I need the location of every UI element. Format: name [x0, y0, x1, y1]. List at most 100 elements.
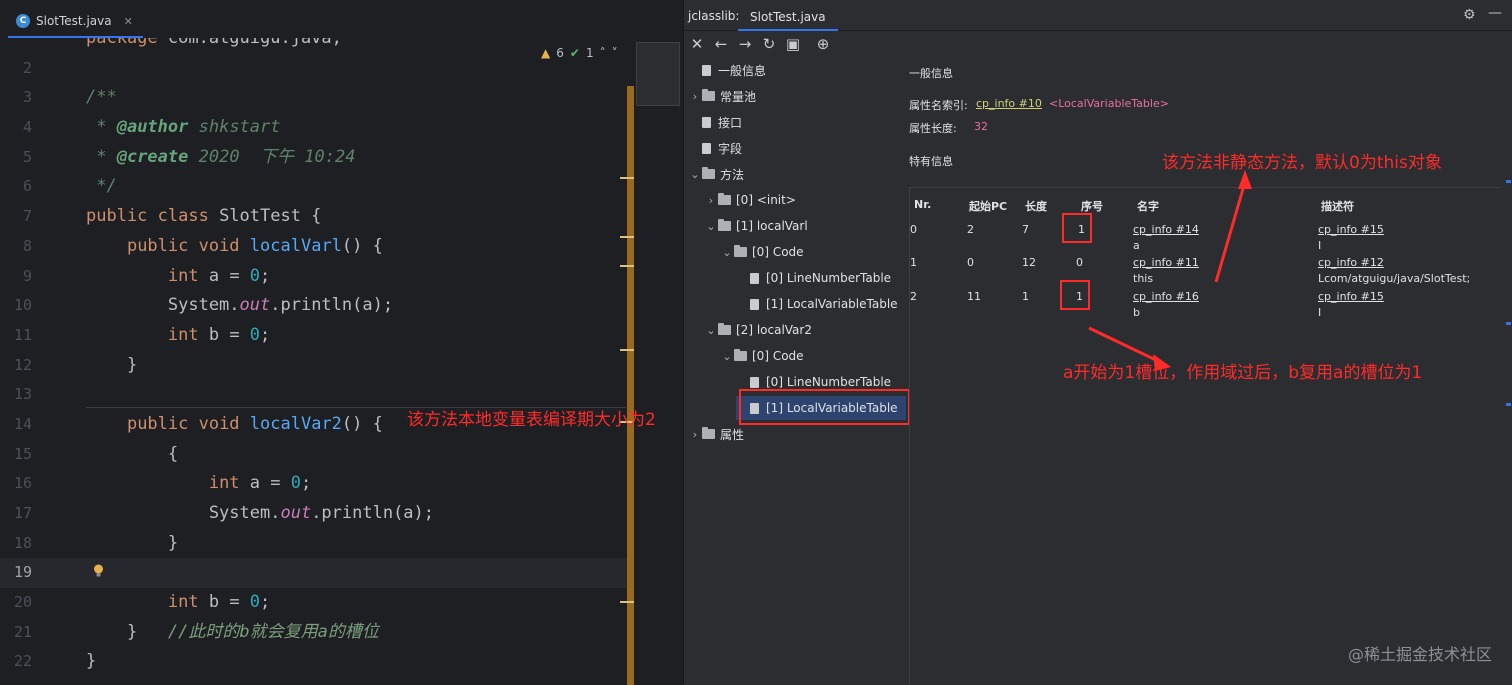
- class-structure-tree[interactable]: 一般信息 › 常量池 接口 字段 ⌄ 方法 › [0] <init> ⌄ [1] loc…: [684, 57, 910, 685]
- tree-item-code[interactable]: ⌄ [0] Code: [720, 344, 804, 368]
- scroll-marker: [1506, 403, 1511, 406]
- name-link[interactable]: cp_info #16: [1133, 290, 1199, 303]
- col-header-length[interactable]: 长度: [1025, 198, 1047, 214]
- section-specific: 特有信息: [909, 155, 953, 168]
- chevron-down-icon: ⌄: [722, 349, 732, 363]
- lightbulb-icon[interactable]: [93, 564, 104, 578]
- java-class-icon: C: [16, 14, 30, 28]
- attr-length-value: 32: [974, 120, 988, 133]
- code-line: 17 System.out.println(a);: [13, 503, 435, 523]
- chevron-up-icon[interactable]: ˄: [600, 46, 606, 60]
- tool-window-title: jclasslib:: [688, 9, 740, 23]
- code-line: 9 int a = 0;: [22, 265, 271, 286]
- descriptor-link[interactable]: cp_info #12: [1318, 256, 1384, 269]
- folder-icon: [702, 427, 715, 439]
- tree-item-attributes[interactable]: › 属性: [688, 422, 744, 446]
- scroll-marker[interactable]: [620, 177, 634, 179]
- scroll-marker[interactable]: [620, 601, 634, 603]
- folder-icon: [718, 219, 731, 231]
- minimap[interactable]: [636, 42, 680, 106]
- code-line: 6 */: [22, 176, 117, 197]
- warning-icon: ▲: [541, 46, 551, 60]
- minimize-icon[interactable]: —: [1488, 5, 1502, 21]
- chevron-right-icon: ›: [708, 193, 714, 207]
- col-header-descriptor[interactable]: 描述符: [1321, 198, 1354, 214]
- close-icon[interactable]: ✕: [688, 35, 706, 53]
- attr-name-index-label: 属性名索引:: [909, 99, 968, 112]
- jclasslib-header: jclasslib: SlotTest.java ⚙ —: [684, 0, 1512, 31]
- annotation-non-static: 该方法非静态方法，默认0为this对象: [1162, 153, 1442, 173]
- editor-scrollbar[interactable]: [627, 86, 634, 685]
- tree-item-general[interactable]: 一般信息: [688, 58, 766, 82]
- chevron-down-icon: ⌄: [722, 245, 732, 259]
- tree-item-fields[interactable]: 字段: [688, 136, 742, 160]
- code-line: 10 System.out.println(a);: [13, 295, 394, 316]
- code-line: 12 }: [13, 354, 138, 375]
- back-arrow-icon[interactable]: ←: [712, 35, 730, 53]
- col-header-start-pc[interactable]: 起始PC: [969, 198, 1007, 214]
- tab-jclasslib-slottest[interactable]: SlotTest.java: [738, 4, 838, 31]
- folder-icon: [702, 167, 715, 179]
- tree-item-methods[interactable]: ⌄ 方法: [688, 162, 744, 186]
- gear-icon[interactable]: ⚙: [1463, 7, 1476, 23]
- refresh-icon[interactable]: ↻: [760, 35, 778, 53]
- file-icon: [702, 116, 711, 128]
- file-icon: [750, 272, 759, 284]
- attr-name-index-link[interactable]: cp_info #10: [976, 97, 1042, 110]
- file-icon: [750, 376, 759, 388]
- inspection-widget[interactable]: ▲ 6 ✔ 1 ˄ ˅: [541, 46, 618, 60]
- code-editor[interactable]: package com.atguigu.java; 2 3/** 4 * @au…: [0, 0, 683, 685]
- descriptor-link[interactable]: cp_info #15: [1318, 290, 1384, 303]
- chevron-down-icon[interactable]: ˅: [612, 46, 618, 60]
- section-general: 一般信息: [909, 67, 953, 80]
- chevron-right-icon: ›: [692, 89, 698, 103]
- scroll-marker[interactable]: [620, 349, 634, 351]
- scroll-marker[interactable]: [620, 265, 634, 267]
- descriptor-link[interactable]: cp_info #15: [1318, 223, 1384, 236]
- code-line: 11 int b = 0;: [13, 324, 271, 345]
- forward-arrow-icon[interactable]: →: [736, 35, 754, 53]
- scroll-marker: [1506, 322, 1511, 325]
- highlight-box: [1062, 213, 1092, 243]
- chevron-down-icon: ⌄: [706, 219, 716, 233]
- tree-item-linenumbertable[interactable]: [0] LineNumberTable: [736, 266, 891, 290]
- tree-item-code[interactable]: ⌄ [0] Code: [720, 240, 804, 264]
- save-icon[interactable]: ▣: [784, 35, 802, 53]
- tab-slottest-java[interactable]: C SlotTest.java ✕: [8, 6, 143, 38]
- code-line: 22}: [13, 651, 97, 672]
- scroll-marker: [1506, 180, 1511, 183]
- folder-icon: [702, 89, 715, 101]
- name-link[interactable]: cp_info #14: [1133, 223, 1199, 236]
- code-area[interactable]: package com.atguigu.java; 2 3/** 4 * @au…: [0, 24, 630, 677]
- tree-item-method-init[interactable]: › [0] <init>: [704, 188, 796, 212]
- chevron-right-icon: ›: [692, 427, 698, 441]
- annotation-lvt-size: 该方法本地变量表编译期大小为2: [407, 410, 656, 430]
- highlight-box: [1060, 280, 1090, 310]
- watermark: @稀土掘金技术社区: [1347, 645, 1492, 664]
- code-line: 18 }: [13, 532, 179, 553]
- tab-label: SlotTest.java: [36, 14, 112, 28]
- code-line: 7 public class SlotTest {: [22, 206, 322, 227]
- col-header-nr[interactable]: Nr.: [914, 198, 931, 211]
- tree-item-method-localvar2[interactable]: ⌄ [2] localVar2: [704, 318, 812, 342]
- file-icon: [702, 142, 711, 154]
- code-line: 15 {: [13, 443, 179, 464]
- chevron-down-icon: ⌄: [706, 323, 716, 337]
- local-variable-table[interactable]: Nr. 起始PC 长度 序号 名字 描述符 0 2 7 1 cp_info #1…: [909, 187, 1501, 685]
- close-icon[interactable]: ✕: [124, 15, 133, 28]
- code-line: 2: [22, 58, 32, 77]
- tree-item-interfaces[interactable]: 接口: [688, 110, 742, 134]
- code-line-current: 19 //此时的b就会复用a的槽位: [0, 558, 630, 642]
- col-header-name[interactable]: 名字: [1137, 198, 1159, 214]
- globe-icon[interactable]: ⊕: [814, 35, 832, 53]
- tree-item-constant-pool[interactable]: › 常量池: [688, 84, 756, 108]
- chevron-down-icon: ⌄: [690, 167, 700, 181]
- tree-item-localvariabletable[interactable]: [1] LocalVariableTable: [736, 292, 898, 316]
- tree-item-method-localvarl[interactable]: ⌄ [1] localVarl: [704, 214, 808, 238]
- scroll-marker[interactable]: [620, 236, 634, 238]
- file-icon: [750, 298, 759, 310]
- col-header-index[interactable]: 序号: [1081, 198, 1103, 214]
- jclasslib-panel: jclasslib: SlotTest.java ⚙ — ✕ ← → ↻ ▣ ⊕…: [683, 0, 1512, 685]
- name-link[interactable]: cp_info #11: [1133, 256, 1199, 269]
- highlight-box: [739, 389, 910, 425]
